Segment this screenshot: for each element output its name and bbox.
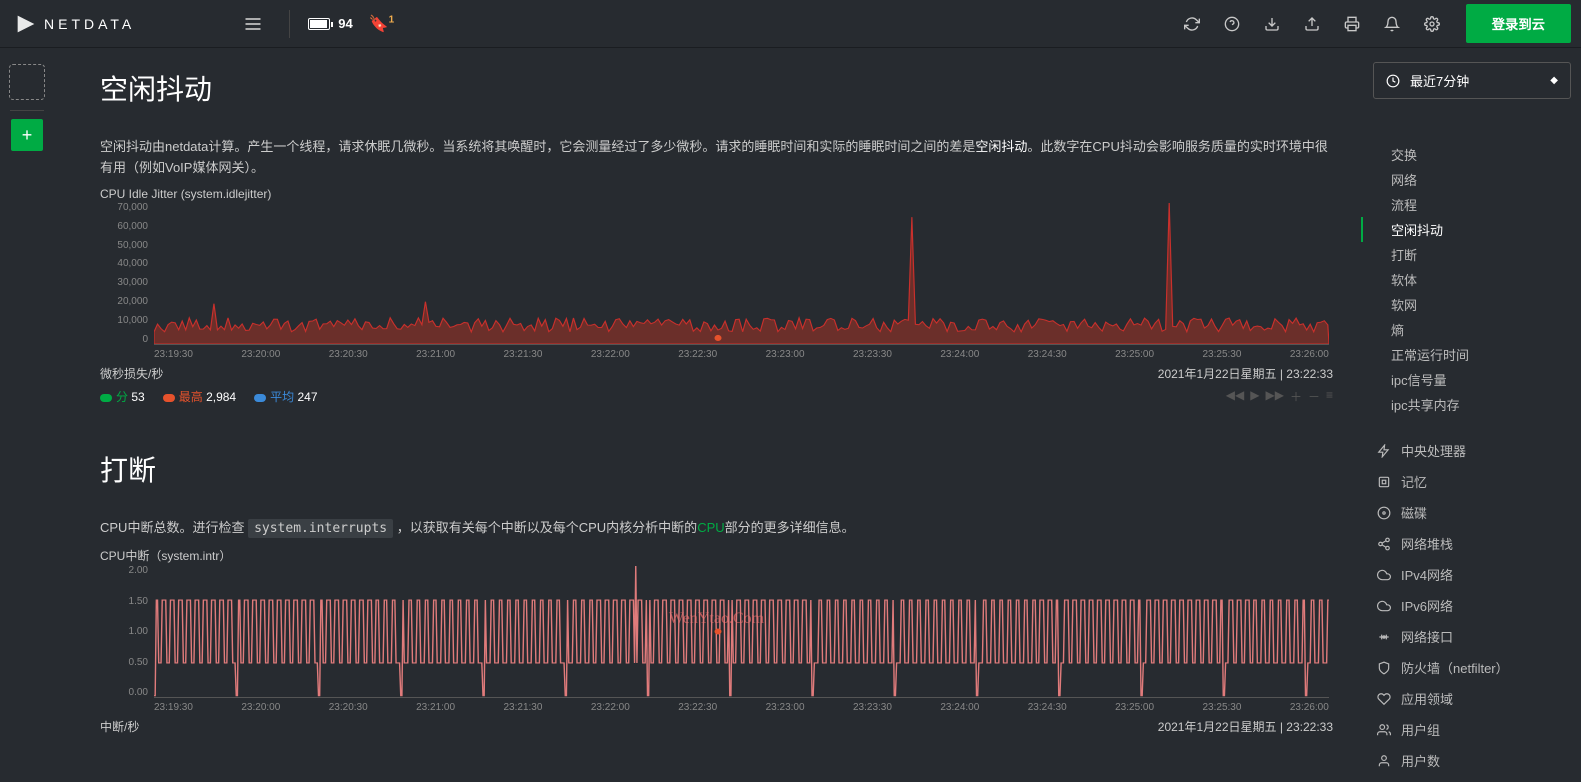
header-actions: 登录到云 <box>1174 4 1571 43</box>
sidebar-subitem[interactable]: 软体 <box>1377 267 1571 292</box>
legend-item[interactable]: 最高 2,984 <box>163 388 236 405</box>
chart2-unit: 中断/秒 <box>100 718 139 735</box>
sidebar-subitem[interactable]: 熵 <box>1377 317 1571 342</box>
chart2-timestamp: 2021年1月22日星期五 | 23:22:33 <box>1158 718 1333 735</box>
sidebar-category[interactable]: IPv6网络 <box>1377 590 1571 621</box>
section-interrupts-title: 打断 <box>100 449 1333 489</box>
left-separator <box>10 110 44 111</box>
chart-idle-jitter[interactable]: 70,00060,00050,00040,00030,00020,00010,0… <box>100 203 1333 363</box>
sidebar-subitem[interactable]: 软网 <box>1377 292 1571 317</box>
sidebar-category[interactable]: 防火墙（netfilter） <box>1377 652 1571 683</box>
sidebar-category[interactable]: 应用领域 <box>1377 683 1571 714</box>
subsection-nav: 交换网络流程空闲抖动打断软体软网熵正常运行时间ipc信号量ipc共享内存 <box>1377 142 1571 417</box>
legend-item[interactable]: 分 53 <box>100 388 145 405</box>
add-node-button[interactable]: + <box>11 119 43 151</box>
left-rail: + <box>0 48 54 159</box>
chevron-down-icon: ◆ <box>1550 75 1558 86</box>
sidebar-subitem[interactable]: ipc共享内存 <box>1377 392 1571 417</box>
time-range-label: 最近7分钟 <box>1410 71 1469 90</box>
section-idle-jitter-title: 空闲抖动 <box>100 68 1333 108</box>
sidebar-category[interactable]: 用户数 <box>1377 745 1571 776</box>
sidebar-subitem[interactable]: 正常运行时间 <box>1377 342 1571 367</box>
sidebar-subitem[interactable]: 空闲抖动 <box>1361 217 1571 242</box>
category-nav: 中央处理器记忆磁碟网络堆栈IPv4网络IPv6网络网络接口防火墙（netfilt… <box>1377 435 1571 782</box>
sidebar-subitem[interactable]: ipc信号量 <box>1377 367 1571 392</box>
chart-interrupts[interactable]: WenYtao.Com 2.001.501.000.500.00 23:19:3… <box>100 566 1333 716</box>
battery-indicator: 94 🔖1 <box>308 14 394 34</box>
download-icon[interactable] <box>1254 6 1290 42</box>
section-idle-jitter-desc: 空闲抖动由netdata计算。产生一个线程，请求休眠几微秒。当系统将其唤醒时，它… <box>100 136 1333 179</box>
sidebar-category[interactable]: 网络堆栈 <box>1377 528 1571 559</box>
section-interrupts-desc: CPU中断总数。进行检查 system.interrupts ，以获取有关每个中… <box>100 517 1333 539</box>
menu-icon[interactable] <box>235 6 271 42</box>
sidebar-subitem[interactable]: 打断 <box>1377 242 1571 267</box>
app-header: NETDATA 94 🔖1 登录到云 <box>0 0 1581 48</box>
warn-badge[interactable]: 🔖1 <box>369 14 394 34</box>
time-range-picker[interactable]: 最近7分钟 ◆ <box>1373 62 1571 99</box>
help-icon[interactable] <box>1214 6 1250 42</box>
chart1-unit: 微秒损失/秒 <box>100 365 163 382</box>
sidebar-category[interactable]: 用户组 <box>1377 714 1571 745</box>
sidebar-subitem[interactable]: 网络 <box>1377 167 1571 192</box>
sidebar-category[interactable]: 后缀本地 <box>1377 776 1571 782</box>
chart1-yaxis: 70,00060,00050,00040,00030,00020,00010,0… <box>100 203 152 345</box>
sidebar-category[interactable]: IPv4网络 <box>1377 559 1571 590</box>
brand-text: NETDATA <box>44 16 135 32</box>
refresh-icon[interactable] <box>1174 6 1210 42</box>
brand-logo[interactable]: NETDATA <box>16 14 135 34</box>
main-content: 空闲抖动 空闲抖动由netdata计算。产生一个线程，请求休眠几微秒。当系统将其… <box>54 48 1357 782</box>
right-sidebar: 交换网络流程空闲抖动打断软体软网熵正常运行时间ipc信号量ipc共享内存 中央处… <box>1361 104 1581 782</box>
chart1-controls[interactable]: ◀◀▶▶▶＋－≡ <box>1226 388 1333 405</box>
sidebar-category[interactable]: 中央处理器 <box>1377 435 1571 466</box>
legend-item[interactable]: 平均 247 <box>254 388 317 405</box>
sidebar-subitem[interactable]: 交换 <box>1377 142 1571 167</box>
chart2-title: CPU中断（system.intr） <box>100 547 1333 564</box>
chart1-legend: 分 53 最高 2,984 平均 247 ◀◀▶▶▶＋－≡ <box>100 388 1333 405</box>
chart2-yaxis: 2.001.501.000.500.00 <box>100 566 152 698</box>
chart1-timestamp: 2021年1月22日星期五 | 23:22:33 <box>1158 365 1333 382</box>
node-placeholder[interactable] <box>9 64 45 100</box>
header-separator <box>289 10 290 38</box>
chart1-title: CPU Idle Jitter (system.idlejitter) <box>100 187 1333 201</box>
chart2-xaxis: 23:19:3023:20:0023:20:3023:21:0023:21:30… <box>154 702 1329 716</box>
login-button[interactable]: 登录到云 <box>1466 4 1571 43</box>
sidebar-category[interactable]: 磁碟 <box>1377 497 1571 528</box>
sidebar-subitem[interactable]: 流程 <box>1377 192 1571 217</box>
bell-icon[interactable] <box>1374 6 1410 42</box>
upload-icon[interactable] <box>1294 6 1330 42</box>
battery-icon <box>308 18 330 30</box>
print-icon[interactable] <box>1334 6 1370 42</box>
battery-value: 94 <box>338 16 352 31</box>
sidebar-category[interactable]: 网络接口 <box>1377 621 1571 652</box>
chart1-xaxis: 23:19:3023:20:0023:20:3023:21:0023:21:30… <box>154 349 1329 363</box>
clock-icon <box>1386 74 1400 88</box>
sidebar-category[interactable]: 记忆 <box>1377 466 1571 497</box>
gear-icon[interactable] <box>1414 6 1450 42</box>
